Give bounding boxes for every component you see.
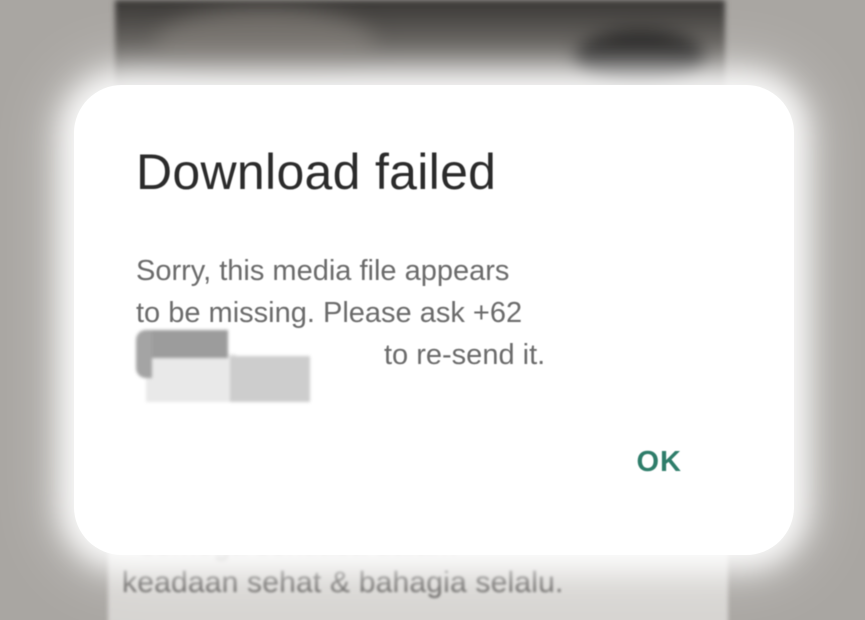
redacted-phone-number — [136, 330, 311, 405]
download-failed-dialog: Download failed Sorry, this media file a… — [74, 85, 794, 555]
background-photo-shape — [155, 10, 375, 80]
background-photo — [115, 0, 725, 92]
dialog-message-line: Sorry, this media file appears — [136, 255, 510, 287]
ok-button[interactable]: OK — [625, 440, 695, 485]
background-chat-text: keadaan sehat & bahagia selalu. — [122, 566, 564, 599]
background-photo-shape — [575, 30, 705, 85]
dialog-title: Download failed — [136, 144, 497, 200]
redaction-block — [146, 354, 236, 402]
redaction-block — [136, 330, 152, 378]
redaction-block — [230, 356, 310, 402]
dialog-message-line: to be missing. Please ask +62 — [136, 297, 523, 329]
